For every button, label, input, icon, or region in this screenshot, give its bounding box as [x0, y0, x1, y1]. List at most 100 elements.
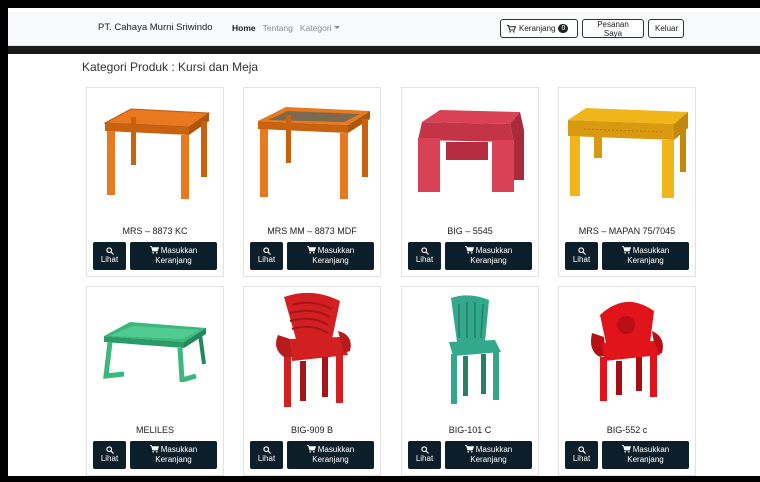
navbar: PT. Cahaya Murni Sriwindo Home Tentang K…	[8, 12, 760, 46]
add-button-label-line2: Keranjang	[312, 455, 349, 464]
add-to-cart-button[interactable]: Masukkan Keranjang	[287, 242, 374, 270]
product-name: MRS MM – 8873 MDF	[267, 226, 357, 236]
cart-icon	[149, 445, 159, 453]
search-icon	[420, 247, 429, 255]
cart-icon	[464, 445, 474, 453]
search-icon	[420, 446, 429, 454]
view-product-button[interactable]: Lihat	[250, 441, 283, 469]
product-image[interactable]	[87, 88, 223, 214]
product-actions: Lihat Masukkan Keranjang	[408, 441, 532, 469]
add-button-label-line1: Masukkan	[160, 445, 198, 454]
cart-icon	[149, 246, 159, 254]
add-button-label-line2: Keranjang	[155, 256, 192, 265]
view-product-button[interactable]: Lihat	[93, 242, 126, 270]
view-button-label: Lihat	[257, 255, 276, 264]
add-button-label-line2: Keranjang	[470, 455, 507, 464]
product-card: MRS MM – 8873 MDF Lihat Masukkan Keranja…	[243, 87, 381, 277]
search-icon	[105, 446, 114, 454]
view-button-label: Lihat	[100, 255, 119, 264]
add-to-cart-button[interactable]: Masukkan Keranjang	[602, 242, 689, 270]
search-icon	[577, 446, 586, 454]
view-button-label: Lihat	[100, 454, 119, 463]
view-button-label: Lihat	[572, 255, 591, 264]
cart-icon	[464, 246, 474, 254]
search-icon	[262, 247, 271, 255]
nav-link-tentang[interactable]: Tentang	[263, 23, 293, 33]
product-image[interactable]	[402, 88, 538, 214]
cart-count-badge: 0	[558, 24, 569, 33]
add-button-label-line2: Keranjang	[312, 256, 349, 265]
logout-button[interactable]: Keluar	[648, 19, 684, 38]
product-image[interactable]	[244, 287, 380, 413]
add-button-label-line2: Keranjang	[155, 455, 192, 464]
product-card: BIG – 5545 Lihat Masukkan Keranjang	[401, 87, 539, 277]
product-card: MRS – MAPAN 75/7045 Lihat Masukkan Keran…	[558, 87, 696, 277]
view-product-button[interactable]: Lihat	[565, 242, 598, 270]
nav-link-kategori[interactable]: Kategori	[300, 23, 340, 33]
browser-viewport: PT. Cahaya Murni Sriwindo Home Tentang K…	[8, 8, 760, 476]
add-button-label-line1: Masukkan	[632, 445, 670, 454]
add-to-cart-button[interactable]: Masukkan Keranjang	[602, 441, 689, 469]
add-button-label-line1: Masukkan	[160, 246, 198, 255]
product-image[interactable]	[244, 88, 380, 214]
add-button-label-line2: Keranjang	[627, 455, 664, 464]
product-actions: Lihat Masukkan Keranjang	[250, 441, 374, 469]
cart-icon	[621, 246, 631, 254]
product-image[interactable]	[559, 287, 695, 413]
chevron-down-icon	[333, 26, 340, 29]
add-button-label-line1: Masukkan	[475, 246, 513, 255]
view-button-label: Lihat	[415, 255, 434, 264]
product-actions: Lihat Masukkan Keranjang	[408, 242, 532, 270]
cart-icon	[621, 445, 631, 453]
add-to-cart-button[interactable]: Masukkan Keranjang	[130, 441, 217, 469]
product-name: MRS – 8873 KC	[122, 226, 188, 236]
add-to-cart-button[interactable]: Masukkan Keranjang	[445, 441, 532, 469]
search-icon	[262, 446, 271, 454]
product-name: BIG-552 c	[606, 425, 648, 435]
product-image[interactable]	[559, 88, 695, 214]
product-card: BIG-101 C Lihat Masukkan Keranjang	[401, 286, 539, 476]
product-name: BIG-101 C	[448, 425, 492, 435]
product-actions: Lihat Masukkan Keranjang	[250, 242, 374, 270]
cart-button-label: Keranjang	[519, 24, 556, 33]
search-icon	[105, 247, 114, 255]
view-button-label: Lihat	[572, 454, 591, 463]
product-image[interactable]	[87, 287, 223, 413]
product-actions: Lihat Masukkan Keranjang	[93, 441, 217, 469]
add-to-cart-button[interactable]: Masukkan Keranjang	[445, 242, 532, 270]
nav-links: Home Tentang Kategori	[232, 23, 340, 33]
navbar-divider	[8, 46, 760, 54]
product-actions: Lihat Masukkan Keranjang	[93, 242, 217, 270]
add-button-label-line1: Masukkan	[317, 246, 355, 255]
navbar-brand[interactable]: PT. Cahaya Murni Sriwindo	[98, 22, 213, 33]
cart-button[interactable]: Keranjang 0	[500, 19, 578, 38]
add-button-label-line1: Masukkan	[475, 445, 513, 454]
view-product-button[interactable]: Lihat	[408, 242, 441, 270]
view-product-button[interactable]: Lihat	[565, 441, 598, 469]
my-orders-button[interactable]: Pesanan Saya	[582, 19, 644, 38]
product-actions: Lihat Masukkan Keranjang	[565, 441, 689, 469]
product-card: BIG-552 c Lihat Masukkan Keranjang	[558, 286, 696, 476]
product-name: MELILES	[135, 425, 175, 435]
view-button-label: Lihat	[415, 454, 434, 463]
add-to-cart-button[interactable]: Masukkan Keranjang	[130, 242, 217, 270]
view-product-button[interactable]: Lihat	[93, 441, 126, 469]
nav-actions: Keranjang 0 Pesanan Saya Keluar	[500, 19, 684, 38]
cart-icon	[306, 445, 316, 453]
product-name: BIG-909 B	[290, 425, 334, 435]
product-card: MRS – 8873 KC Lihat Masukkan Keranjang	[86, 87, 224, 277]
nav-link-kategori-label: Kategori	[299, 23, 332, 33]
view-product-button[interactable]: Lihat	[408, 441, 441, 469]
product-name: BIG – 5545	[447, 226, 493, 236]
cart-icon	[306, 246, 316, 254]
view-product-button[interactable]: Lihat	[250, 242, 283, 270]
nav-link-home[interactable]: Home	[232, 23, 256, 33]
add-button-label-line1: Masukkan	[317, 445, 355, 454]
product-name: MRS – MAPAN 75/7045	[578, 226, 676, 236]
add-to-cart-button[interactable]: Masukkan Keranjang	[287, 441, 374, 469]
product-card: MELILES Lihat Masukkan Keranjang	[86, 286, 224, 476]
add-button-label-line2: Keranjang	[627, 256, 664, 265]
add-button-label-line2: Keranjang	[470, 256, 507, 265]
product-card: BIG-909 B Lihat Masukkan Keranjang	[243, 286, 381, 476]
product-image[interactable]	[402, 287, 538, 413]
